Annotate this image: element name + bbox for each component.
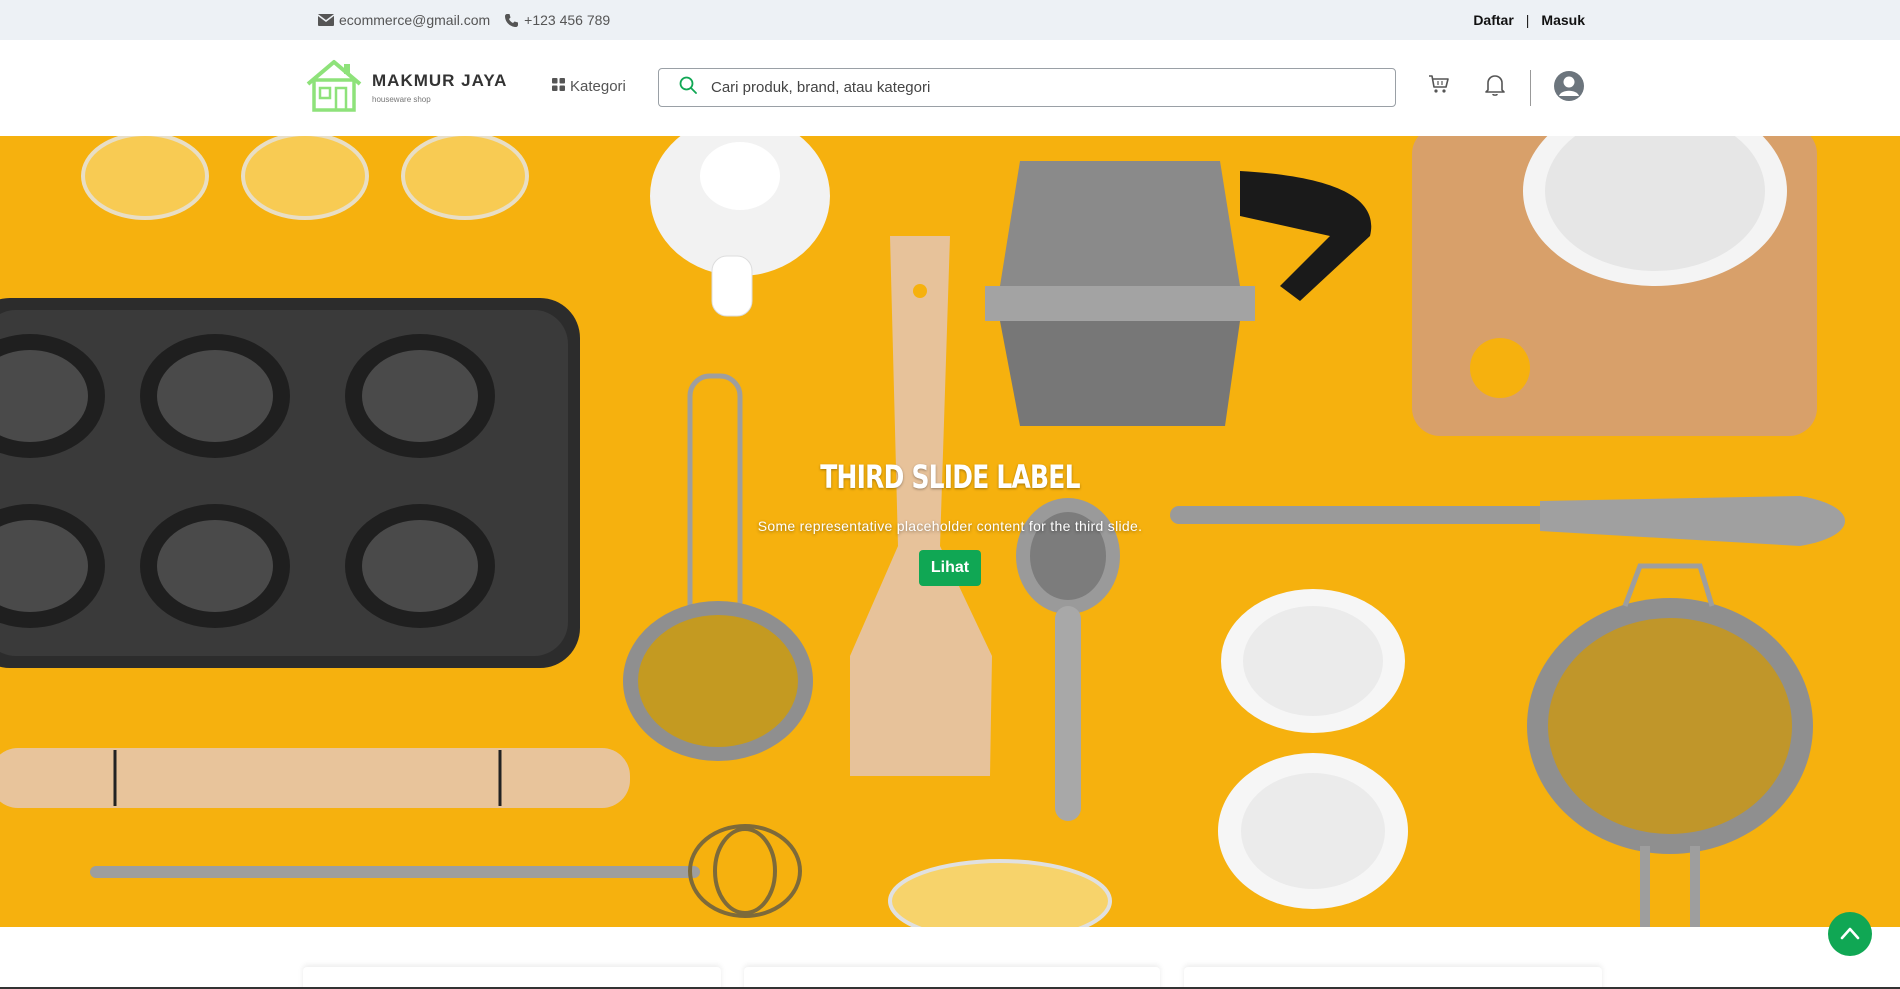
house-logo-icon [304,58,364,117]
scroll-to-top-button[interactable] [1828,912,1872,956]
view-button[interactable]: Lihat [918,550,982,586]
email-text: ecommerce@gmail.com [339,12,491,28]
envelope-icon [318,14,334,26]
contact-info: ecommerce@gmail.com +123 456 789 [318,0,610,40]
top-bar: ecommerce@gmail.com +123 456 789 Daftar … [0,0,1900,40]
search-icon [679,76,697,99]
login-link[interactable]: Masuk [1541,12,1585,28]
product-cards-area [0,927,1900,989]
grid-icon [552,78,565,95]
product-card[interactable] [1184,967,1602,989]
phone-text: +123 456 789 [524,12,611,28]
chevron-up-icon [1840,926,1860,943]
category-menu-button[interactable]: Kategori [552,78,626,95]
cart-icon[interactable] [1428,73,1450,95]
search-bar[interactable] [658,68,1396,107]
phone-info: +123 456 789 [504,12,610,28]
header-divider [1530,70,1531,106]
product-card[interactable] [303,967,721,989]
register-link[interactable]: Daftar [1473,12,1513,28]
hero-carousel: THIRD SLIDE LABEL Some representative pl… [0,136,1900,927]
category-label: Kategori [570,78,626,95]
email-info: ecommerce@gmail.com [318,12,490,28]
slide-description: Some representative placeholder content … [757,518,1143,534]
slide-title: THIRD SLIDE LABEL [820,458,1080,496]
logo-subtitle: houseware shop [372,95,431,104]
logo-text: MAKMUR JAYA houseware shop [372,71,507,104]
auth-links: Daftar | Masuk [1473,0,1585,40]
main-header: MAKMUR JAYA houseware shop Kategori [0,40,1900,136]
search-input[interactable] [711,79,1371,96]
brand-logo[interactable]: MAKMUR JAYA houseware shop [304,58,507,117]
bell-icon[interactable] [1484,73,1506,97]
carousel-caption: THIRD SLIDE LABEL Some representative pl… [0,458,1900,586]
logo-title: MAKMUR JAYA [372,71,508,90]
phone-icon [504,13,519,28]
product-card[interactable] [744,967,1160,989]
auth-separator: | [1525,12,1530,28]
user-avatar-icon[interactable] [1553,70,1585,102]
